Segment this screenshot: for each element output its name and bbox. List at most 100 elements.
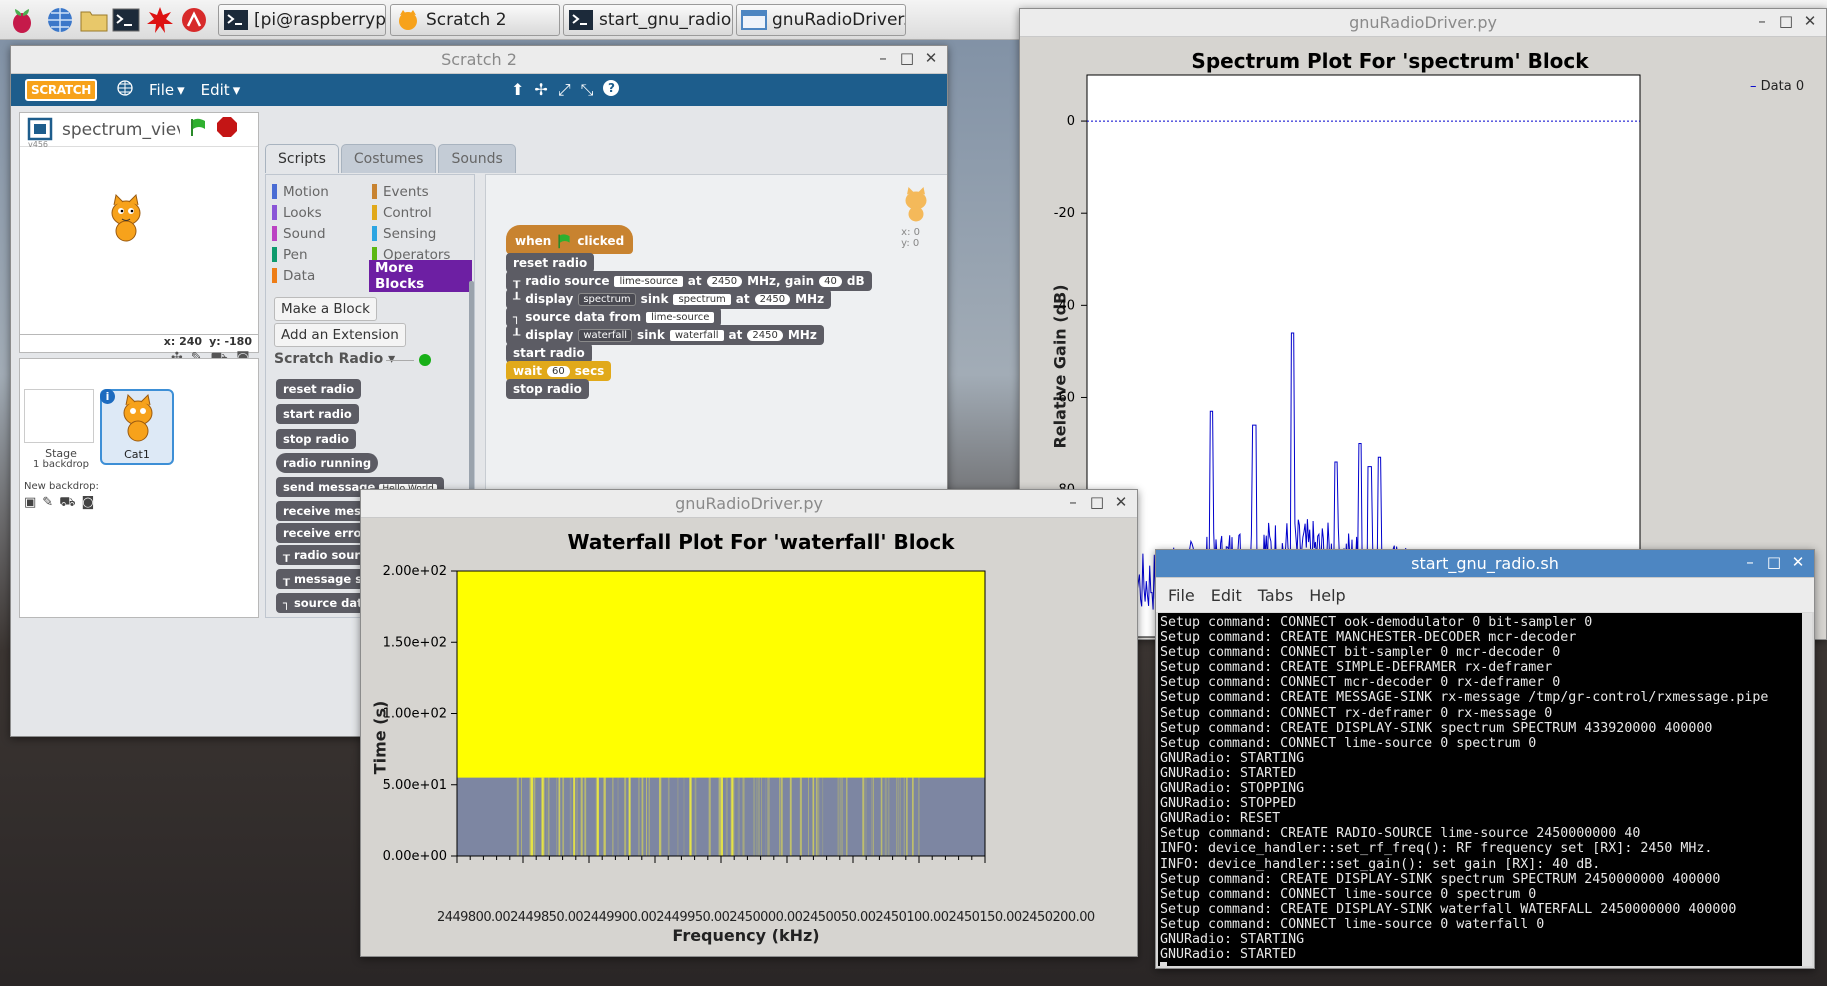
waterfall-signal-line bbox=[719, 777, 722, 856]
script-block-display-spectrum[interactable]: ┸ display spectrum sink spectrum at 2450… bbox=[506, 289, 832, 309]
block-input[interactable]: 40 bbox=[819, 275, 842, 287]
category-data[interactable]: Data bbox=[272, 267, 372, 284]
cat-sprite[interactable] bbox=[102, 193, 150, 248]
script-block-display-waterfall[interactable]: ┸ display waterfall sink waterfall at 24… bbox=[506, 325, 824, 345]
wolfram-icon[interactable] bbox=[178, 4, 210, 36]
close-icon[interactable]: ✕ bbox=[1113, 493, 1129, 511]
task-start-script[interactable]: start_gnu_radio.sh bbox=[563, 4, 733, 36]
green-flag-icon[interactable] bbox=[188, 117, 208, 142]
maximize-icon[interactable]: □ bbox=[1089, 493, 1105, 511]
block-input[interactable]: lime-source bbox=[646, 311, 715, 323]
script-block-wait[interactable]: wait 60 secs bbox=[506, 361, 612, 381]
block-label: at bbox=[687, 274, 702, 288]
waterfall-signal-line bbox=[638, 777, 640, 856]
category-pen[interactable]: Pen bbox=[272, 246, 372, 263]
category-more-blocks[interactable]: More Blocks bbox=[369, 259, 472, 292]
maximize-icon[interactable]: □ bbox=[1778, 12, 1794, 30]
file-menu[interactable]: File ▾ bbox=[149, 81, 185, 99]
help-icon[interactable]: ? bbox=[603, 80, 620, 96]
menu-file[interactable]: File bbox=[1168, 586, 1195, 605]
minimize-icon[interactable]: – bbox=[875, 49, 891, 67]
file-manager-icon[interactable] bbox=[78, 4, 110, 36]
project-name[interactable]: spectrum_viev bbox=[62, 120, 180, 140]
shrink-icon[interactable]: ⤡ bbox=[581, 80, 594, 100]
category-sound[interactable]: Sound bbox=[272, 225, 372, 242]
task-driver[interactable]: gnuRadioDriver.py bbox=[736, 4, 906, 36]
image-icon[interactable]: ▣ bbox=[24, 495, 36, 512]
block-dropdown[interactable]: waterfall bbox=[578, 328, 633, 342]
category-looks[interactable]: Looks bbox=[272, 204, 372, 221]
upload-icon[interactable]: ⛟ bbox=[59, 495, 75, 512]
palette-block-stop-radio[interactable]: stop radio bbox=[276, 429, 356, 449]
category-motion[interactable]: Motion bbox=[272, 183, 372, 200]
make-block-button[interactable]: Make a Block bbox=[274, 297, 377, 321]
tab-scripts[interactable]: Scripts bbox=[265, 144, 339, 173]
block-input[interactable]: 60 bbox=[547, 365, 570, 377]
minimize-icon[interactable]: – bbox=[1754, 12, 1770, 30]
menu-tabs[interactable]: Tabs bbox=[1258, 586, 1293, 605]
edit-menu[interactable]: Edit ▾ bbox=[201, 81, 241, 99]
stop-sign-icon[interactable] bbox=[216, 116, 238, 143]
paint-brush-icon[interactable]: ✎ bbox=[42, 495, 53, 512]
block-input[interactable]: 2450 bbox=[747, 329, 783, 341]
raspberry-menu-icon[interactable] bbox=[6, 4, 38, 36]
block-dropdown[interactable]: spectrum bbox=[578, 292, 636, 306]
sprite-thumbnail-cat1[interactable]: i Cat1 bbox=[100, 389, 174, 465]
close-icon[interactable]: ✕ bbox=[1790, 553, 1806, 571]
terminal-line: INFO: device_handler::set_gain(): set ga… bbox=[1160, 856, 1601, 872]
block-input[interactable]: 2450 bbox=[754, 293, 791, 305]
minimize-icon[interactable]: – bbox=[1065, 493, 1081, 511]
terminal-scrollbar[interactable] bbox=[1802, 613, 1812, 966]
globe-icon[interactable] bbox=[117, 80, 133, 100]
close-icon[interactable]: ✕ bbox=[1802, 12, 1818, 30]
task-terminal[interactable]: [pi@raspberrypi: ~/M... bbox=[218, 4, 386, 36]
menu-help[interactable]: Help bbox=[1309, 586, 1345, 605]
script-block-source-data[interactable]: ┐ source data from lime-source bbox=[506, 307, 722, 327]
fullscreen-icon[interactable]: v456 bbox=[26, 116, 54, 149]
hat-block-when-flag-clicked[interactable]: when clicked bbox=[506, 225, 634, 254]
web-browser-icon[interactable] bbox=[44, 4, 76, 36]
block-input[interactable]: lime-source bbox=[614, 275, 683, 287]
palette-block-reset-radio[interactable]: reset radio bbox=[276, 379, 362, 399]
script-block-reset-radio[interactable]: reset radio bbox=[506, 253, 595, 273]
waterfall-signal-line bbox=[906, 777, 908, 856]
minimize-icon[interactable]: – bbox=[1742, 553, 1758, 571]
camera-icon[interactable]: ◙ bbox=[82, 495, 95, 512]
terminal-icon[interactable] bbox=[110, 4, 142, 36]
task-scratch[interactable]: Scratch 2 bbox=[390, 4, 560, 36]
maximize-icon[interactable]: □ bbox=[1766, 553, 1782, 571]
window-icon bbox=[741, 10, 767, 30]
category-events[interactable]: Events bbox=[372, 183, 472, 200]
category-control[interactable]: Control bbox=[372, 204, 472, 221]
info-icon[interactable]: i bbox=[100, 389, 115, 404]
window-title: gnuRadioDriver.py bbox=[1349, 13, 1497, 32]
add-extension-button[interactable]: Add an Extension bbox=[274, 323, 406, 347]
waterfall-signal-line bbox=[887, 777, 890, 856]
block-input[interactable]: waterfall bbox=[669, 329, 724, 341]
waterfall-signal-line bbox=[903, 777, 905, 856]
palette-block-start-radio[interactable]: start radio bbox=[276, 404, 359, 424]
block-input[interactable]: spectrum bbox=[673, 293, 731, 305]
terminal-output[interactable]: Setup command: CONNECT ook-demodulator 0… bbox=[1158, 613, 1812, 966]
script-block-stop-radio[interactable]: stop radio bbox=[506, 379, 589, 399]
category-color-swatch bbox=[272, 226, 277, 241]
script-block-radio-source[interactable]: ┰ radio source lime-source at 2450 MHz, … bbox=[506, 271, 872, 291]
waterfall-signal-line bbox=[790, 777, 792, 856]
extension-header[interactable]: Scratch Radio ▾ bbox=[274, 351, 395, 367]
duplicate-icon[interactable]: ⬆ bbox=[511, 80, 524, 100]
palette-block-radio-running[interactable]: radio running bbox=[276, 453, 379, 473]
script-block-start-radio[interactable]: start radio bbox=[506, 343, 592, 363]
close-icon[interactable]: ✕ bbox=[923, 49, 939, 67]
stage-thumbnail[interactable] bbox=[24, 389, 94, 443]
tab-sounds[interactable]: Sounds bbox=[438, 144, 516, 173]
category-label: Control bbox=[383, 204, 432, 221]
category-sensing[interactable]: Sensing bbox=[372, 225, 472, 242]
grow-icon[interactable]: ⤢ bbox=[558, 80, 571, 100]
category-list: Motion Events Looks Control Sound Sensin… bbox=[266, 175, 474, 292]
maximize-icon[interactable]: □ bbox=[899, 49, 915, 67]
math-kernel-icon[interactable] bbox=[144, 4, 176, 36]
cut-icon[interactable]: ✢ bbox=[534, 80, 547, 100]
menu-edit[interactable]: Edit bbox=[1211, 586, 1242, 605]
tab-costumes[interactable]: Costumes bbox=[340, 144, 437, 173]
block-input[interactable]: 2450 bbox=[706, 275, 743, 287]
